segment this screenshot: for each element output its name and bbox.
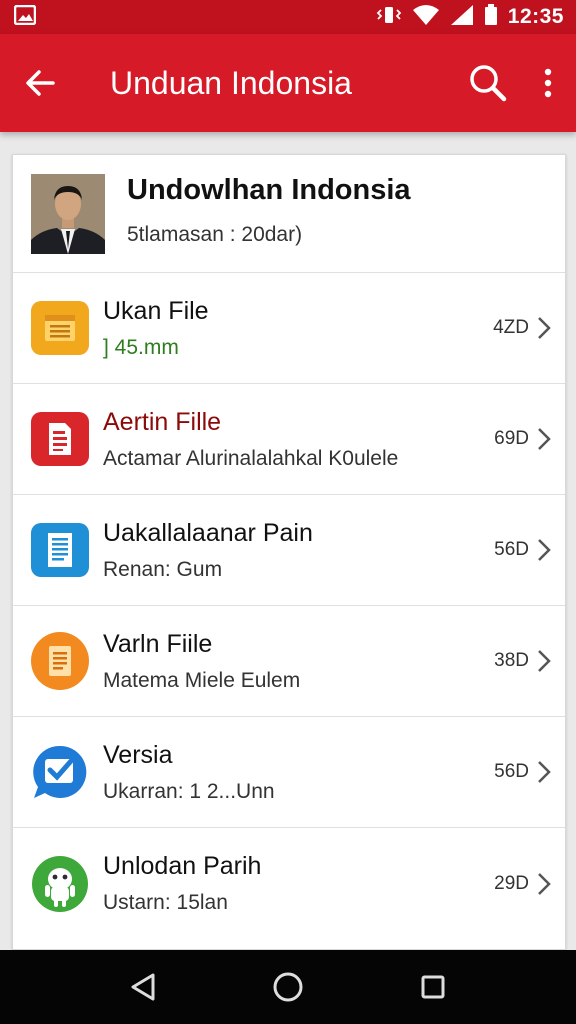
item-subtitle: ] 45.mm (103, 335, 179, 359)
item-title: Varln Fiile (103, 629, 213, 658)
item-subtitle: Actamar Alurinalalahkal K0ulele (103, 446, 399, 470)
word-document-icon (31, 523, 89, 577)
status-time: 12:35 (507, 5, 564, 28)
triangle-back-icon (131, 973, 155, 1001)
list-item[interactable]: Aertin Fille Actamar Alurinalalahkal K0u… (13, 384, 565, 495)
circle-home-icon (273, 972, 303, 1002)
item-size: 29D (494, 872, 529, 894)
item-title: Versia (103, 740, 173, 769)
item-size: 69D (494, 428, 529, 449)
list-item[interactable]: Versia Ukarran: 1 2...Unn 56D (13, 717, 565, 828)
list-item[interactable]: Unlodan Parih Ustarn: 15lan 29D (13, 828, 565, 939)
wifi-icon (412, 4, 440, 31)
nav-back-button[interactable] (113, 957, 173, 1017)
search-button[interactable] (460, 34, 516, 132)
item-subtitle: Ukarran: 1 2...Unn (103, 779, 275, 803)
chevron-right-icon (538, 872, 551, 895)
navigation-bar (0, 950, 576, 1024)
chevron-right-icon (538, 317, 551, 339)
more-vert-icon (544, 68, 552, 98)
chevron-right-icon (538, 428, 551, 450)
item-title: Unlodan Parih (103, 852, 262, 880)
more-options-button[interactable] (528, 34, 568, 132)
avatar[interactable] (31, 173, 105, 254)
list-item[interactable]: Uakallalaanar Pain Renan: Gum 56D (13, 495, 565, 606)
app-bar: Unduan Indonsia (0, 34, 576, 132)
battery-icon (484, 3, 498, 31)
document-icon (31, 301, 89, 355)
item-title: Ukan File (103, 296, 209, 325)
item-size: 38D (494, 650, 529, 671)
item-size: 56D (494, 761, 529, 782)
chevron-right-icon (538, 650, 551, 672)
profile-subtitle: 5tlamasan : 20dar) (127, 223, 303, 246)
profile-header: Undowlhan Indonsia 5tlamasan : 20dar) (13, 155, 565, 273)
image-notification-icon (13, 4, 37, 30)
item-size: 4ZD (493, 317, 529, 338)
vibrate-icon (376, 5, 402, 30)
item-subtitle: Matema Miele Eulem (103, 668, 301, 692)
file-list-card: Undowlhan Indonsia 5tlamasan : 20dar) Uk… (12, 154, 566, 950)
nav-recents-button[interactable] (403, 957, 463, 1017)
pdf-document-icon (31, 412, 89, 466)
status-bar: 12:35 (0, 0, 576, 34)
profile-name: Undowlhan Indonsia (127, 174, 411, 206)
item-size: 56D (494, 539, 529, 560)
item-title: Aertin Fille (103, 407, 222, 436)
android-icon (31, 855, 89, 912)
page-title: Unduan Indonsia (110, 64, 352, 101)
item-subtitle: Renan: Gum (103, 557, 223, 581)
search-icon (470, 65, 507, 102)
arrow-back-icon (26, 70, 55, 96)
back-button[interactable] (0, 34, 80, 132)
square-recents-icon (421, 975, 445, 999)
item-title: Uakallalaanar Pain (103, 518, 313, 547)
item-subtitle: Ustarn: 15lan (103, 891, 228, 914)
chevron-right-icon (538, 761, 551, 783)
list-item[interactable]: Ukan File ] 45.mm 4ZD (13, 273, 565, 384)
nav-home-button[interactable] (258, 957, 318, 1017)
notes-icon (31, 632, 89, 690)
list-item[interactable]: Varln Fiile Matema Miele Eulem 38D (13, 606, 565, 717)
signal-icon (450, 4, 474, 31)
chat-check-icon (31, 745, 89, 799)
chevron-right-icon (538, 539, 551, 561)
